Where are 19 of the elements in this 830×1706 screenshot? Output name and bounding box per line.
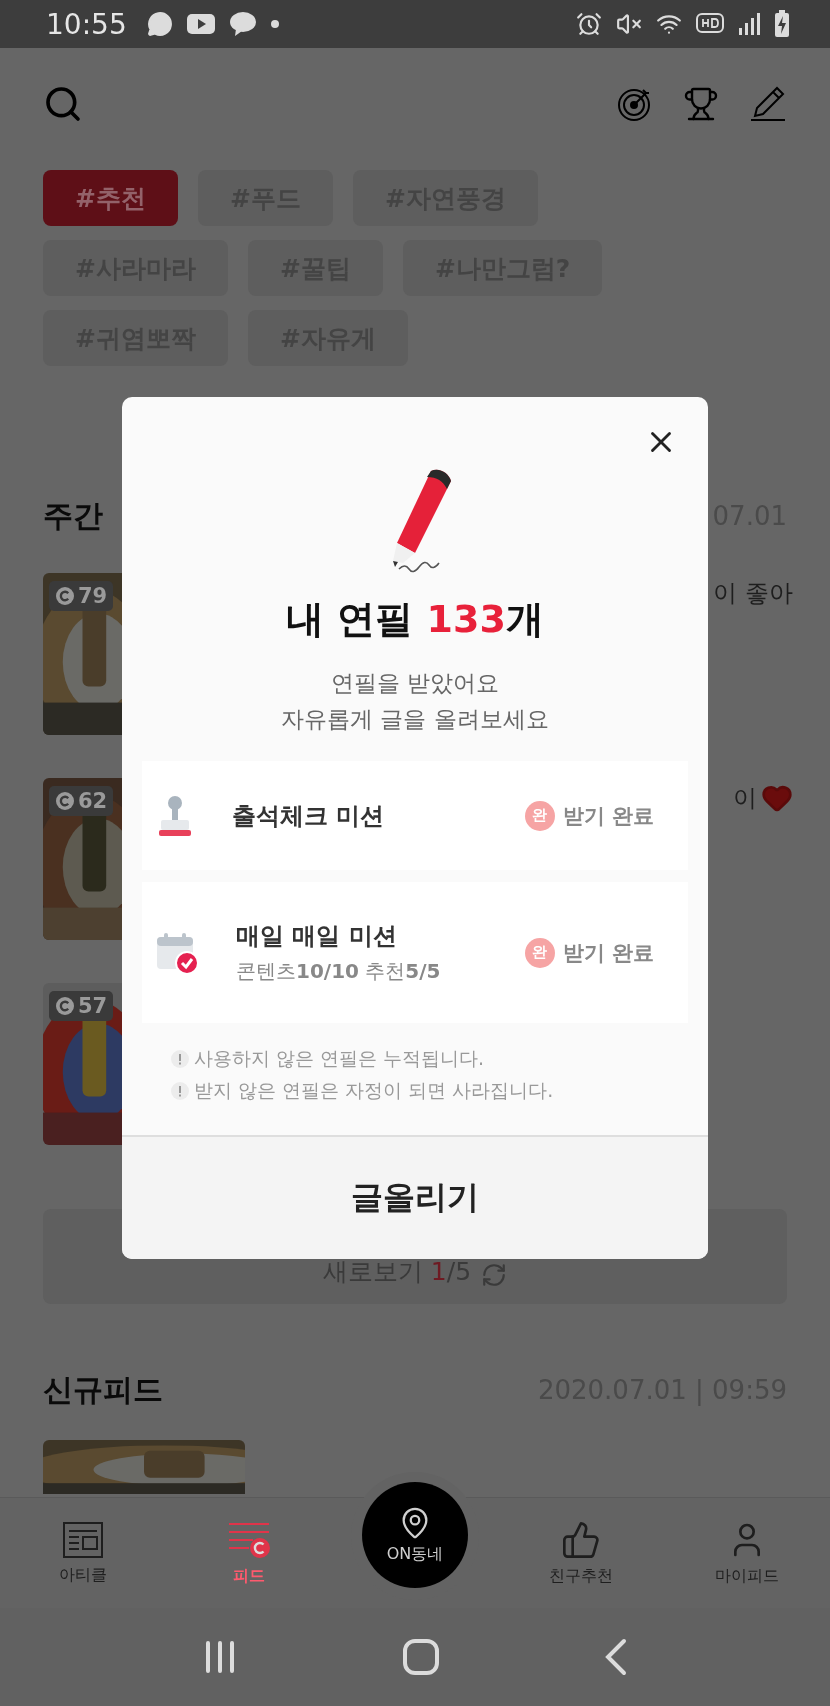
notice-text: 받지 않은 연필은 자정이 되면 사라집니다.	[194, 1078, 554, 1103]
count-text: 57	[78, 994, 108, 1018]
pencil-count-title: 내 연필 133개	[285, 596, 545, 643]
complete-badge: 완	[524, 937, 555, 968]
dialog-message: 자유롭게 글을 올려보세요	[281, 705, 549, 734]
mission-status: 받기 완료	[562, 802, 654, 830]
clock-time: 10:55	[46, 7, 127, 41]
post-snippet: 이 좋아	[713, 578, 793, 609]
count-text: 62	[78, 789, 108, 813]
dialog-message: 연필을 받았어요	[330, 669, 500, 698]
section-title: 주간	[43, 496, 103, 535]
notice-text: 사용하지 않은 연필은 누적됩니다.	[194, 1046, 485, 1071]
section-title: 신규피드	[43, 1370, 163, 1409]
count-text: 79	[78, 584, 108, 608]
complete-badge: 완	[524, 800, 555, 831]
mission-title: 매일 매일 미션	[236, 921, 398, 952]
mission-status: 받기 완료	[562, 939, 654, 967]
mission-title: 출석체크 미션	[232, 800, 386, 832]
post-snippet: 이	[733, 783, 757, 814]
